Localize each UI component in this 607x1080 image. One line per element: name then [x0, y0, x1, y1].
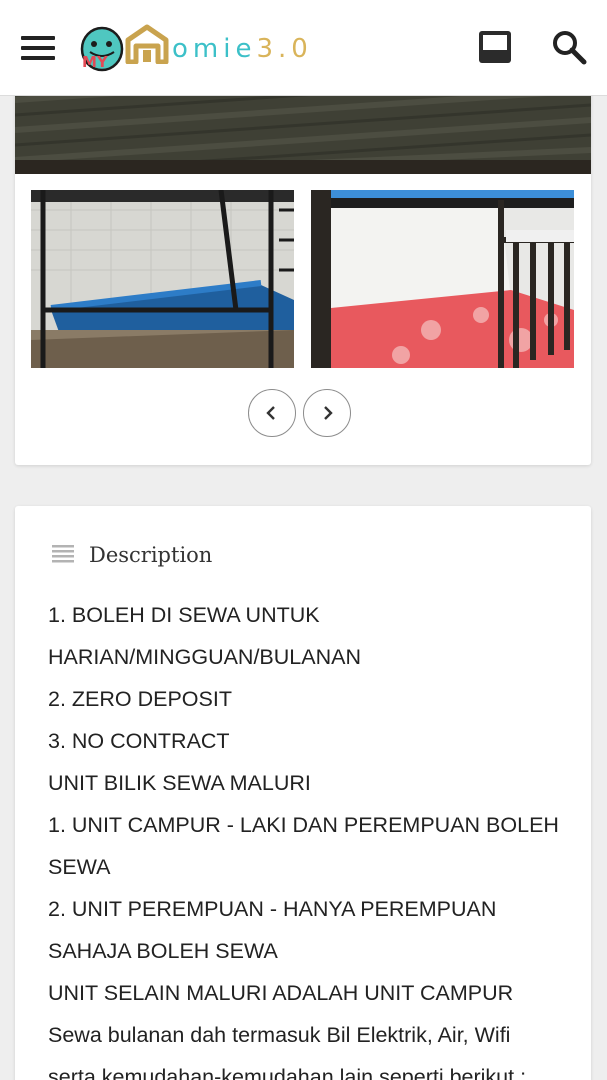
previous-photo-button[interactable]: [248, 389, 296, 437]
description-line: UNIT BILIK SEWA MALURI: [48, 771, 311, 795]
description-line: SAHAJA BOLEH SEWA: [48, 939, 278, 963]
inbox-icon: [479, 31, 511, 63]
photo-gallery: [15, 90, 591, 465]
description-card: Description 1. BOLEH DI SEWA UNTUK HARIAN…: [15, 506, 591, 1080]
description-line: 1. BOLEH DI SEWA UNTUK: [48, 603, 320, 627]
brand-name: omie3.0: [172, 34, 313, 64]
menu-icon-bar: [21, 36, 55, 40]
menu-button[interactable]: [18, 30, 58, 66]
search-icon: [553, 31, 587, 65]
next-photo-button[interactable]: [303, 389, 351, 437]
description-lines-icon: [52, 545, 74, 563]
gallery-thumbnail[interactable]: [31, 190, 294, 368]
brand-logo[interactable]: MY omie3.0: [78, 24, 313, 74]
description-line: 2. ZERO DEPOSIT: [48, 687, 232, 711]
description-text: 1. BOLEH DI SEWA UNTUK HARIAN/MINGGUAN/BU…: [48, 594, 573, 1080]
description-title: Description: [89, 543, 213, 567]
app-header: MY omie3.0: [0, 0, 607, 96]
description-line: UNIT SELAIN MALURI ADALAH UNIT CAMPUR: [48, 981, 514, 1005]
description-line: HARIAN/MINGGUAN/BULANAN: [48, 645, 361, 669]
description-line: SEWA: [48, 855, 111, 879]
brand-text: omie: [172, 34, 257, 64]
brand-version: 3.0: [256, 34, 313, 64]
main-photo[interactable]: [15, 90, 591, 174]
brand-my-text: MY: [82, 53, 109, 71]
description-line: 2. UNIT PEREMPUAN - HANYA PEREMPUAN: [48, 897, 497, 921]
gallery-thumbnail[interactable]: [311, 190, 574, 368]
inbox-button[interactable]: [476, 28, 514, 66]
description-line: Sewa bulanan dah termasuk Bil Elektrik, …: [48, 1023, 511, 1047]
description-line: 1. UNIT CAMPUR - LAKI DAN PEREMPUAN BOLE…: [48, 813, 559, 837]
chevron-left-icon: [266, 406, 275, 420]
description-line: serta kemudahan-kemudahan lain seperti b…: [48, 1065, 527, 1080]
chevron-right-icon: [324, 406, 333, 420]
search-button[interactable]: [550, 28, 588, 66]
house-logo-icon: [125, 24, 169, 64]
description-header: Description: [51, 540, 212, 570]
mascot-logo-icon: MY: [80, 26, 124, 72]
menu-icon-bar: [21, 56, 55, 60]
menu-icon-bar: [21, 46, 55, 50]
description-line: 3. NO CONTRACT: [48, 729, 230, 753]
